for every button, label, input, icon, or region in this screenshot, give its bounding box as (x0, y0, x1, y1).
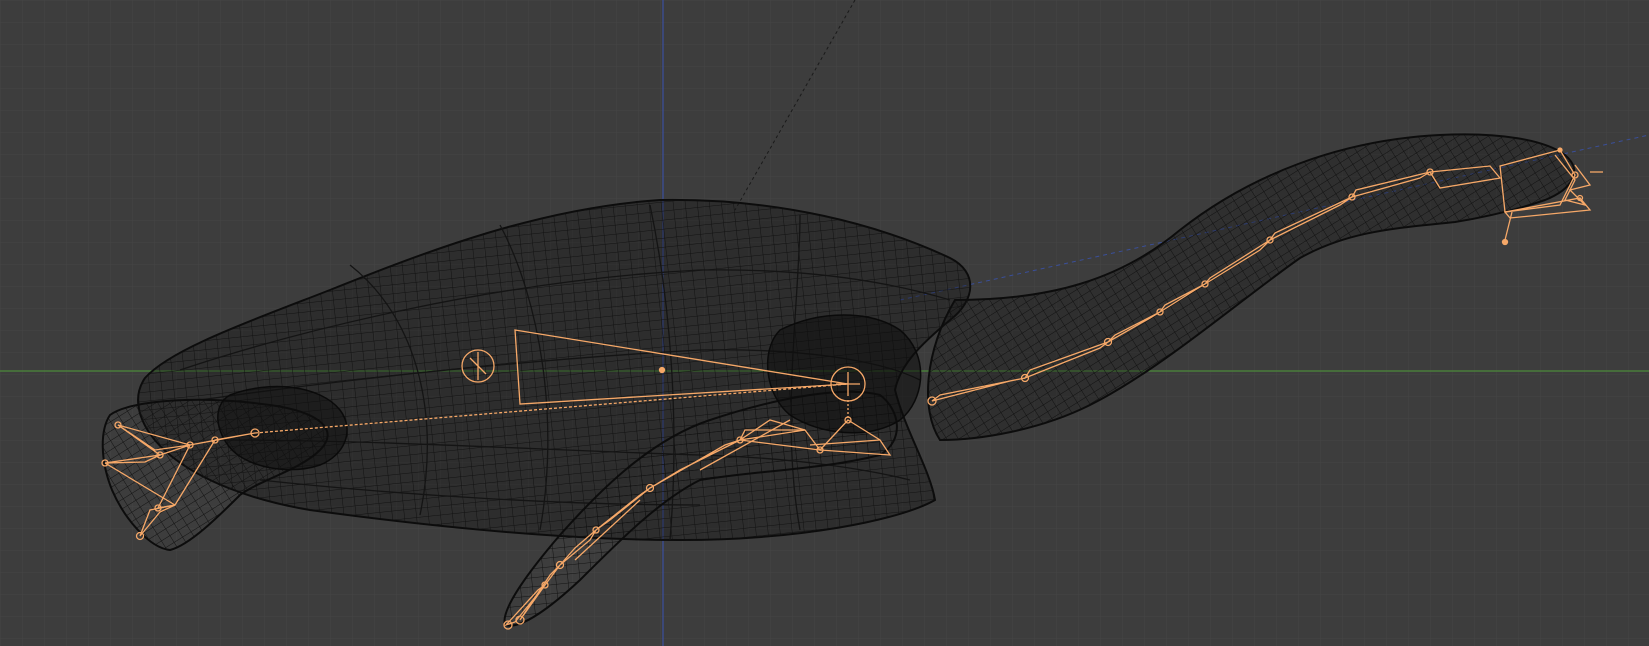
armature-center-dot (658, 366, 666, 374)
mesh-shoulder (767, 314, 922, 434)
viewport-canvas[interactable] (0, 0, 1649, 646)
3d-viewport[interactable] (0, 0, 1649, 646)
